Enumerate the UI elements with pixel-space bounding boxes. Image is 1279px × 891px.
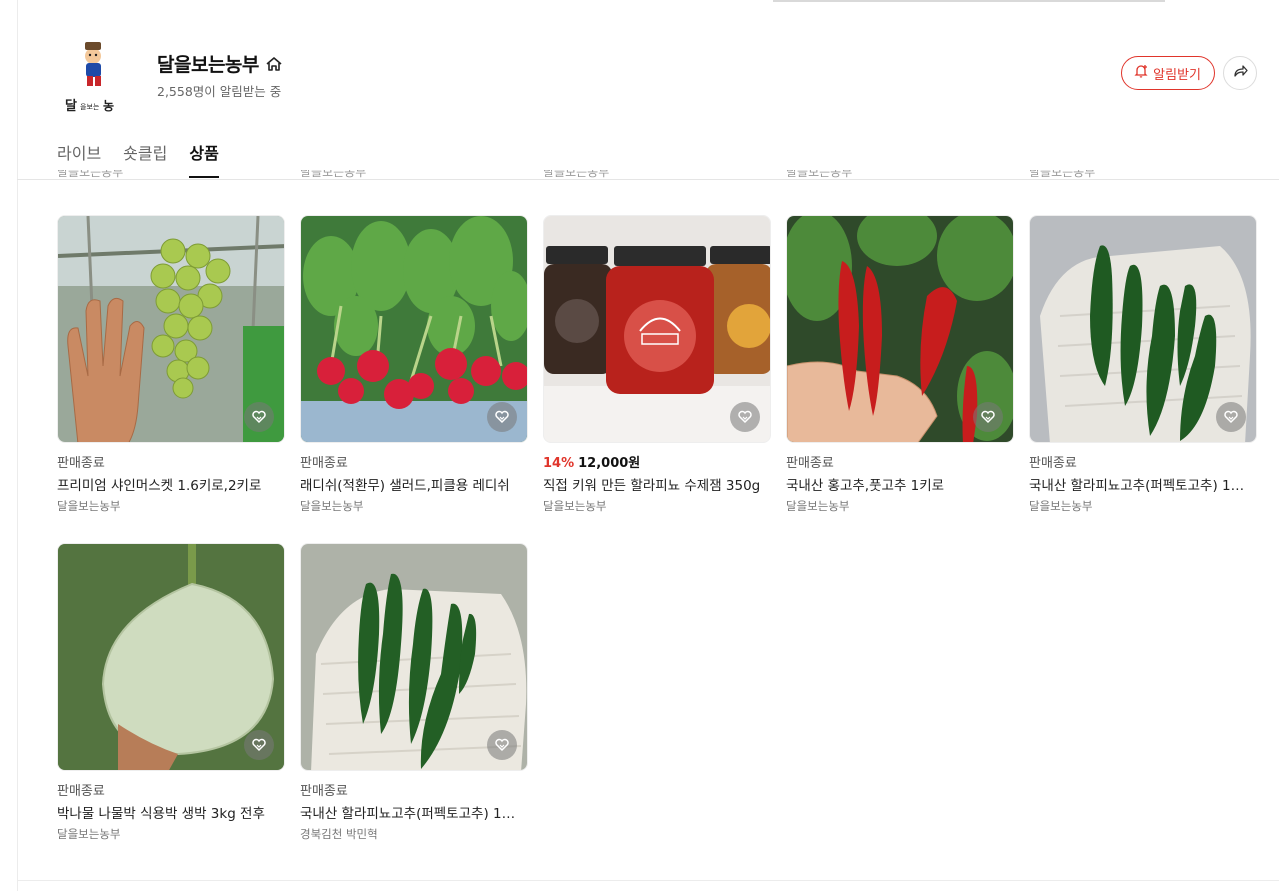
- sale-status: 판매종료: [300, 456, 348, 471]
- bell-plus-icon: [1133, 63, 1149, 83]
- page: 달 을보는 농 달을보는농부 2,558명이 알림받는 중 알림받기 라이브 숏…: [0, 0, 1279, 891]
- product-title[interactable]: 국내산 할라피뇨고추(퍼펙토고추) 1키로: [300, 802, 522, 822]
- product-title[interactable]: 직접 키워 만든 할라피뇨 수제잼 350g: [543, 474, 765, 494]
- product-seller: 경북김천 박민혁: [300, 827, 378, 841]
- price-row: 14% 12,000원: [543, 452, 771, 471]
- svg-text:을보는: 을보는: [80, 103, 100, 111]
- bottom-divider: [17, 880, 1279, 881]
- sale-status: 판매종료: [1029, 456, 1077, 471]
- notify-label: 알림받기: [1153, 67, 1201, 83]
- tab-shortclip[interactable]: 숏클립: [123, 140, 167, 178]
- product-title[interactable]: 국내산 홍고추,풋고추 1키로: [786, 474, 1008, 494]
- product-price: 12,000원: [578, 456, 641, 471]
- svg-text:농: 농: [103, 99, 114, 113]
- product-card[interactable]: 14% 12,000원 직접 키워 만든 할라피뇨 수제잼 350g 달을보는농부: [543, 215, 771, 515]
- wishlist-heart-icon[interactable]: [487, 402, 517, 432]
- wishlist-heart-icon[interactable]: [244, 402, 274, 432]
- product-image[interactable]: [300, 543, 528, 771]
- tab-products[interactable]: 상품: [189, 140, 219, 178]
- share-arrow-icon: [1232, 63, 1248, 83]
- channel-avatar[interactable]: 달 을보는 농: [57, 28, 135, 118]
- channel-logo: 달 을보는 농: [57, 31, 135, 114]
- product-seller: 달을보는농부: [57, 499, 121, 513]
- product-seller: 달을보는농부: [543, 499, 607, 513]
- product-seller: 달을보는농부: [1029, 499, 1093, 513]
- product-card[interactable]: 판매종료 국내산 할라피뇨고추(퍼펙토고추) 1키로 경북김천 박민혁: [300, 543, 528, 843]
- product-seller: 달을보는농부: [786, 499, 850, 513]
- product-image[interactable]: [543, 215, 771, 443]
- product-image[interactable]: [1029, 215, 1257, 443]
- wishlist-heart-icon[interactable]: [730, 402, 760, 432]
- product-card[interactable]: 판매종료 프리미엄 샤인머스켓 1.6키로,2키로 달을보는농부: [57, 215, 285, 515]
- product-seller: 달을보는농부: [57, 827, 121, 841]
- channel-name-row: 달을보는농부: [157, 50, 283, 77]
- clipped-seller-text: 달을보는농부: [786, 170, 853, 179]
- product-title[interactable]: 박나물 나물박 식용박 생박 3kg 전후: [57, 802, 279, 822]
- product-seller: 달을보는농부: [300, 499, 364, 513]
- sale-status: 판매종료: [57, 456, 105, 471]
- left-divider: [17, 0, 18, 891]
- notify-button[interactable]: 알림받기: [1121, 56, 1215, 90]
- product-card[interactable]: 판매종료 래디쉬(적환무) 샐러드,피클용 레디쉬 달을보는농부: [300, 215, 528, 515]
- wishlist-heart-icon[interactable]: [244, 730, 274, 760]
- home-icon[interactable]: [265, 55, 283, 73]
- tabs-divider: [17, 179, 1279, 180]
- channel-name: 달을보는농부: [157, 54, 259, 76]
- sale-status: 판매종료: [57, 784, 105, 799]
- sale-status: 판매종료: [786, 456, 834, 471]
- wishlist-heart-icon[interactable]: [1216, 402, 1246, 432]
- clipped-seller-text: 달을보는농부: [543, 170, 610, 179]
- product-image[interactable]: [57, 543, 285, 771]
- wishlist-heart-icon[interactable]: [487, 730, 517, 760]
- share-button[interactable]: [1223, 56, 1257, 90]
- product-image[interactable]: [786, 215, 1014, 443]
- product-title[interactable]: 국내산 할라피뇨고추(퍼펙토고추) 1키로: [1029, 474, 1251, 494]
- product-title[interactable]: 프리미엄 샤인머스켓 1.6키로,2키로: [57, 474, 279, 494]
- product-image[interactable]: [57, 215, 285, 443]
- product-card[interactable]: 판매종료 국내산 홍고추,풋고추 1키로 달을보는농부: [786, 215, 1014, 515]
- product-title[interactable]: 래디쉬(적환무) 샐러드,피클용 레디쉬: [300, 474, 522, 494]
- channel-header: 달 을보는 농 달을보는농부 2,558명이 알림받는 중 알림받기: [57, 28, 1257, 120]
- product-card[interactable]: 판매종료 국내산 할라피뇨고추(퍼펙토고추) 1키로 달을보는농부: [1029, 215, 1257, 515]
- svg-text:달: 달: [65, 99, 77, 114]
- sale-status: 판매종료: [300, 784, 348, 799]
- product-image[interactable]: [300, 215, 528, 443]
- clipped-seller-text: 달을보는농부: [300, 170, 367, 179]
- clipped-seller-text: 달을보는농부: [1029, 170, 1096, 179]
- discount-rate: 14%: [543, 456, 575, 471]
- horizontal-scrollbar[interactable]: [773, 0, 1165, 2]
- wishlist-heart-icon[interactable]: [973, 402, 1003, 432]
- product-card[interactable]: 판매종료 박나물 나물박 식용박 생박 3kg 전후 달을보는농부: [57, 543, 285, 843]
- clipped-seller-text: 달을보는농부: [57, 170, 124, 179]
- subscriber-count: 2,558명이 알림받는 중: [157, 84, 282, 99]
